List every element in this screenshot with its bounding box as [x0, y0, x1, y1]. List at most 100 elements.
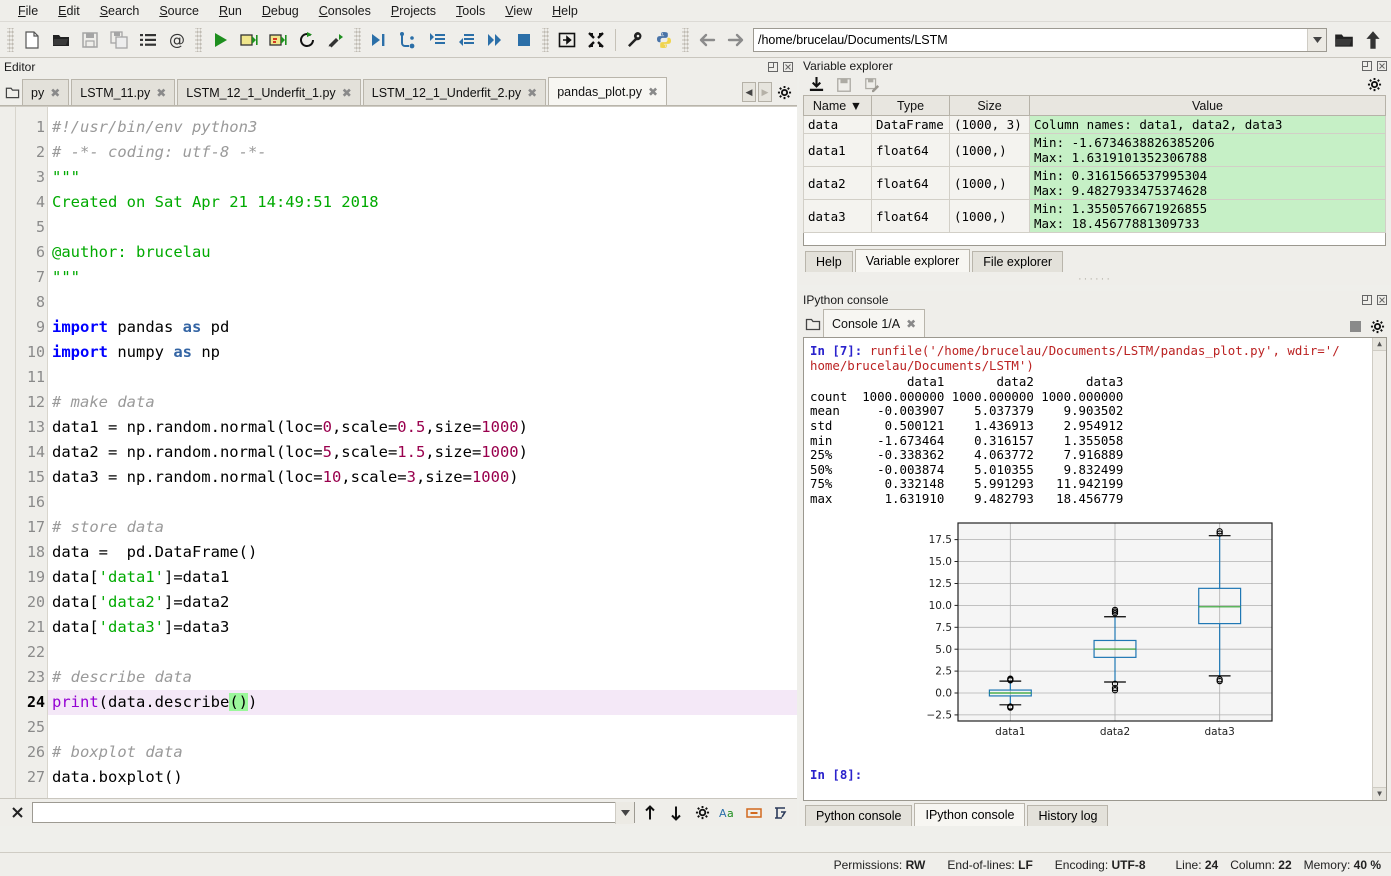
search-input[interactable] — [33, 803, 615, 822]
maximize-pane-icon[interactable] — [553, 26, 581, 54]
code-line[interactable]: #!/usr/bin/env python3 — [48, 115, 797, 140]
browse-directory-icon[interactable] — [1330, 26, 1358, 54]
menu-item-run[interactable]: Run — [209, 2, 252, 20]
new-console-icon[interactable] — [803, 311, 823, 337]
toolbar-grip-3[interactable] — [354, 28, 361, 52]
code-line[interactable]: # make data — [48, 390, 797, 415]
code-line[interactable] — [48, 640, 797, 665]
varexp-options-gear-icon[interactable] — [1363, 75, 1385, 95]
editor-tab-LSTM_11-py[interactable]: LSTM_11.py✖ — [71, 79, 175, 105]
console-close-icon[interactable] — [1375, 294, 1388, 307]
code-line[interactable]: import pandas as pd — [48, 315, 797, 340]
find-previous-icon[interactable] — [639, 802, 661, 824]
close-icon[interactable]: ✖ — [342, 86, 352, 100]
code-line[interactable]: # store data — [48, 515, 797, 540]
tab-variable-explorer[interactable]: Variable explorer — [855, 249, 971, 272]
match-case-icon[interactable]: Aa — [717, 802, 739, 824]
working-directory-combo[interactable] — [753, 28, 1327, 52]
code-line[interactable]: data3 = np.random.normal(loc=10,scale=3,… — [48, 465, 797, 490]
step-into-icon[interactable] — [423, 26, 451, 54]
console-output[interactable]: In [7]: runfile('/home/brucelau/Document… — [803, 337, 1387, 801]
code-line[interactable] — [48, 215, 797, 240]
code-line[interactable]: data['data1']=data1 — [48, 565, 797, 590]
table-row[interactable]: data1float64(1000,)Min: -1.6734638826385… — [804, 134, 1386, 167]
menu-item-consoles[interactable]: Consoles — [309, 2, 381, 20]
editor-tab-py[interactable]: py✖ — [22, 79, 69, 105]
menu-item-projects[interactable]: Projects — [381, 2, 446, 20]
breakpoint-gutter[interactable] — [0, 107, 16, 798]
toolbar-grip[interactable] — [7, 28, 14, 52]
tab-python-console[interactable]: Python console — [805, 805, 912, 826]
menu-item-file[interactable]: File — [8, 2, 48, 20]
find-next-icon[interactable] — [665, 802, 687, 824]
toolbar-grip-5[interactable] — [682, 28, 689, 52]
scroll-down-icon[interactable]: ▼ — [1373, 787, 1386, 800]
code-line[interactable]: import numpy as np — [48, 340, 797, 365]
varexp-close-icon[interactable] — [1375, 60, 1388, 73]
close-icon[interactable] — [6, 802, 28, 824]
close-icon[interactable]: ✖ — [906, 317, 916, 331]
run-file-icon[interactable] — [206, 26, 234, 54]
run-cell-icon[interactable] — [235, 26, 263, 54]
code-text[interactable]: #!/usr/bin/env python3# -*- coding: utf-… — [48, 107, 797, 798]
editor-tab-LSTM_12_1_Underfit_2-py[interactable]: LSTM_12_1_Underfit_2.py✖ — [363, 79, 546, 105]
column-header-name[interactable]: Name ▼ — [804, 96, 872, 116]
search-combo[interactable] — [32, 802, 635, 823]
menu-item-tools[interactable]: Tools — [446, 2, 495, 20]
code-line[interactable]: # boxplot data — [48, 740, 797, 765]
find-options-gear-icon[interactable] — [691, 802, 713, 824]
editor-undock-icon[interactable] — [766, 61, 779, 74]
tab-history-log[interactable]: History log — [1027, 805, 1108, 826]
table-row[interactable]: dataDataFrame(1000, 3)Column names: data… — [804, 116, 1386, 134]
run-selection-icon[interactable] — [322, 26, 350, 54]
close-icon[interactable]: ✖ — [156, 86, 166, 100]
code-line[interactable] — [48, 365, 797, 390]
code-line[interactable]: data.boxplot() — [48, 765, 797, 790]
open-file-icon[interactable] — [47, 26, 75, 54]
chevron-down-icon[interactable] — [615, 802, 634, 824]
re-run-cell-icon[interactable] — [293, 26, 321, 54]
preferences-icon[interactable] — [621, 26, 649, 54]
code-line[interactable]: @author: brucelau — [48, 240, 797, 265]
code-line[interactable]: data['data2']=data2 — [48, 590, 797, 615]
column-header-value[interactable]: Value — [1030, 96, 1386, 116]
code-line[interactable] — [48, 490, 797, 515]
menu-item-view[interactable]: View — [495, 2, 542, 20]
code-editor[interactable]: 1234567891011121314151617181920212223242… — [0, 106, 797, 798]
table-row[interactable]: data3float64(1000,)Min: 1.35505766719268… — [804, 200, 1386, 233]
console-scrollbar[interactable]: ▲ ▼ — [1372, 338, 1386, 800]
stop-debug-icon[interactable] — [510, 26, 538, 54]
editor-options-gear-icon[interactable] — [774, 79, 794, 105]
code-line[interactable] — [48, 290, 797, 315]
tabs-scroll-left-button[interactable]: ◀ — [742, 82, 756, 102]
step-over-icon[interactable] — [394, 26, 422, 54]
continue-icon[interactable] — [481, 26, 509, 54]
console-undock-icon[interactable] — [1360, 294, 1373, 307]
code-line[interactable]: Created on Sat Apr 21 14:49:51 2018 — [48, 190, 797, 215]
chevron-down-icon[interactable] — [1307, 29, 1326, 51]
menu-item-debug[interactable]: Debug — [252, 2, 309, 20]
save-all-icon[interactable] — [105, 26, 133, 54]
close-icon[interactable]: ✖ — [527, 86, 537, 100]
menu-item-edit[interactable]: Edit — [48, 2, 90, 20]
menu-item-help[interactable]: Help — [542, 2, 588, 20]
toolbar-grip-4[interactable] — [542, 28, 549, 52]
editor-tab-pandas_plot-py[interactable]: pandas_plot.py✖ — [548, 77, 667, 105]
code-line[interactable]: data2 = np.random.normal(loc=5,scale=1.5… — [48, 440, 797, 465]
tabs-scroll-right-button[interactable]: ▶ — [758, 82, 772, 102]
back-button[interactable] — [693, 26, 721, 54]
toolbar-grip-2[interactable] — [195, 28, 202, 52]
code-line[interactable]: data1 = np.random.normal(loc=0,scale=0.5… — [48, 415, 797, 440]
code-line[interactable]: # describe data — [48, 665, 797, 690]
parent-directory-icon[interactable] — [1359, 26, 1387, 54]
debug-file-icon[interactable] — [365, 26, 393, 54]
whole-words-icon[interactable] — [743, 802, 765, 824]
variables-table[interactable]: Name ▼TypeSizeValue dataDataFrame(1000, … — [803, 95, 1386, 233]
stop-icon[interactable] — [1349, 320, 1362, 336]
code-line[interactable]: """ — [48, 265, 797, 290]
close-icon[interactable]: ✖ — [50, 86, 60, 100]
python-path-icon[interactable] — [650, 26, 678, 54]
console-tab-1[interactable]: Console 1/A ✖ — [823, 309, 925, 337]
save-file-icon[interactable] — [76, 26, 104, 54]
forward-button[interactable] — [722, 26, 750, 54]
